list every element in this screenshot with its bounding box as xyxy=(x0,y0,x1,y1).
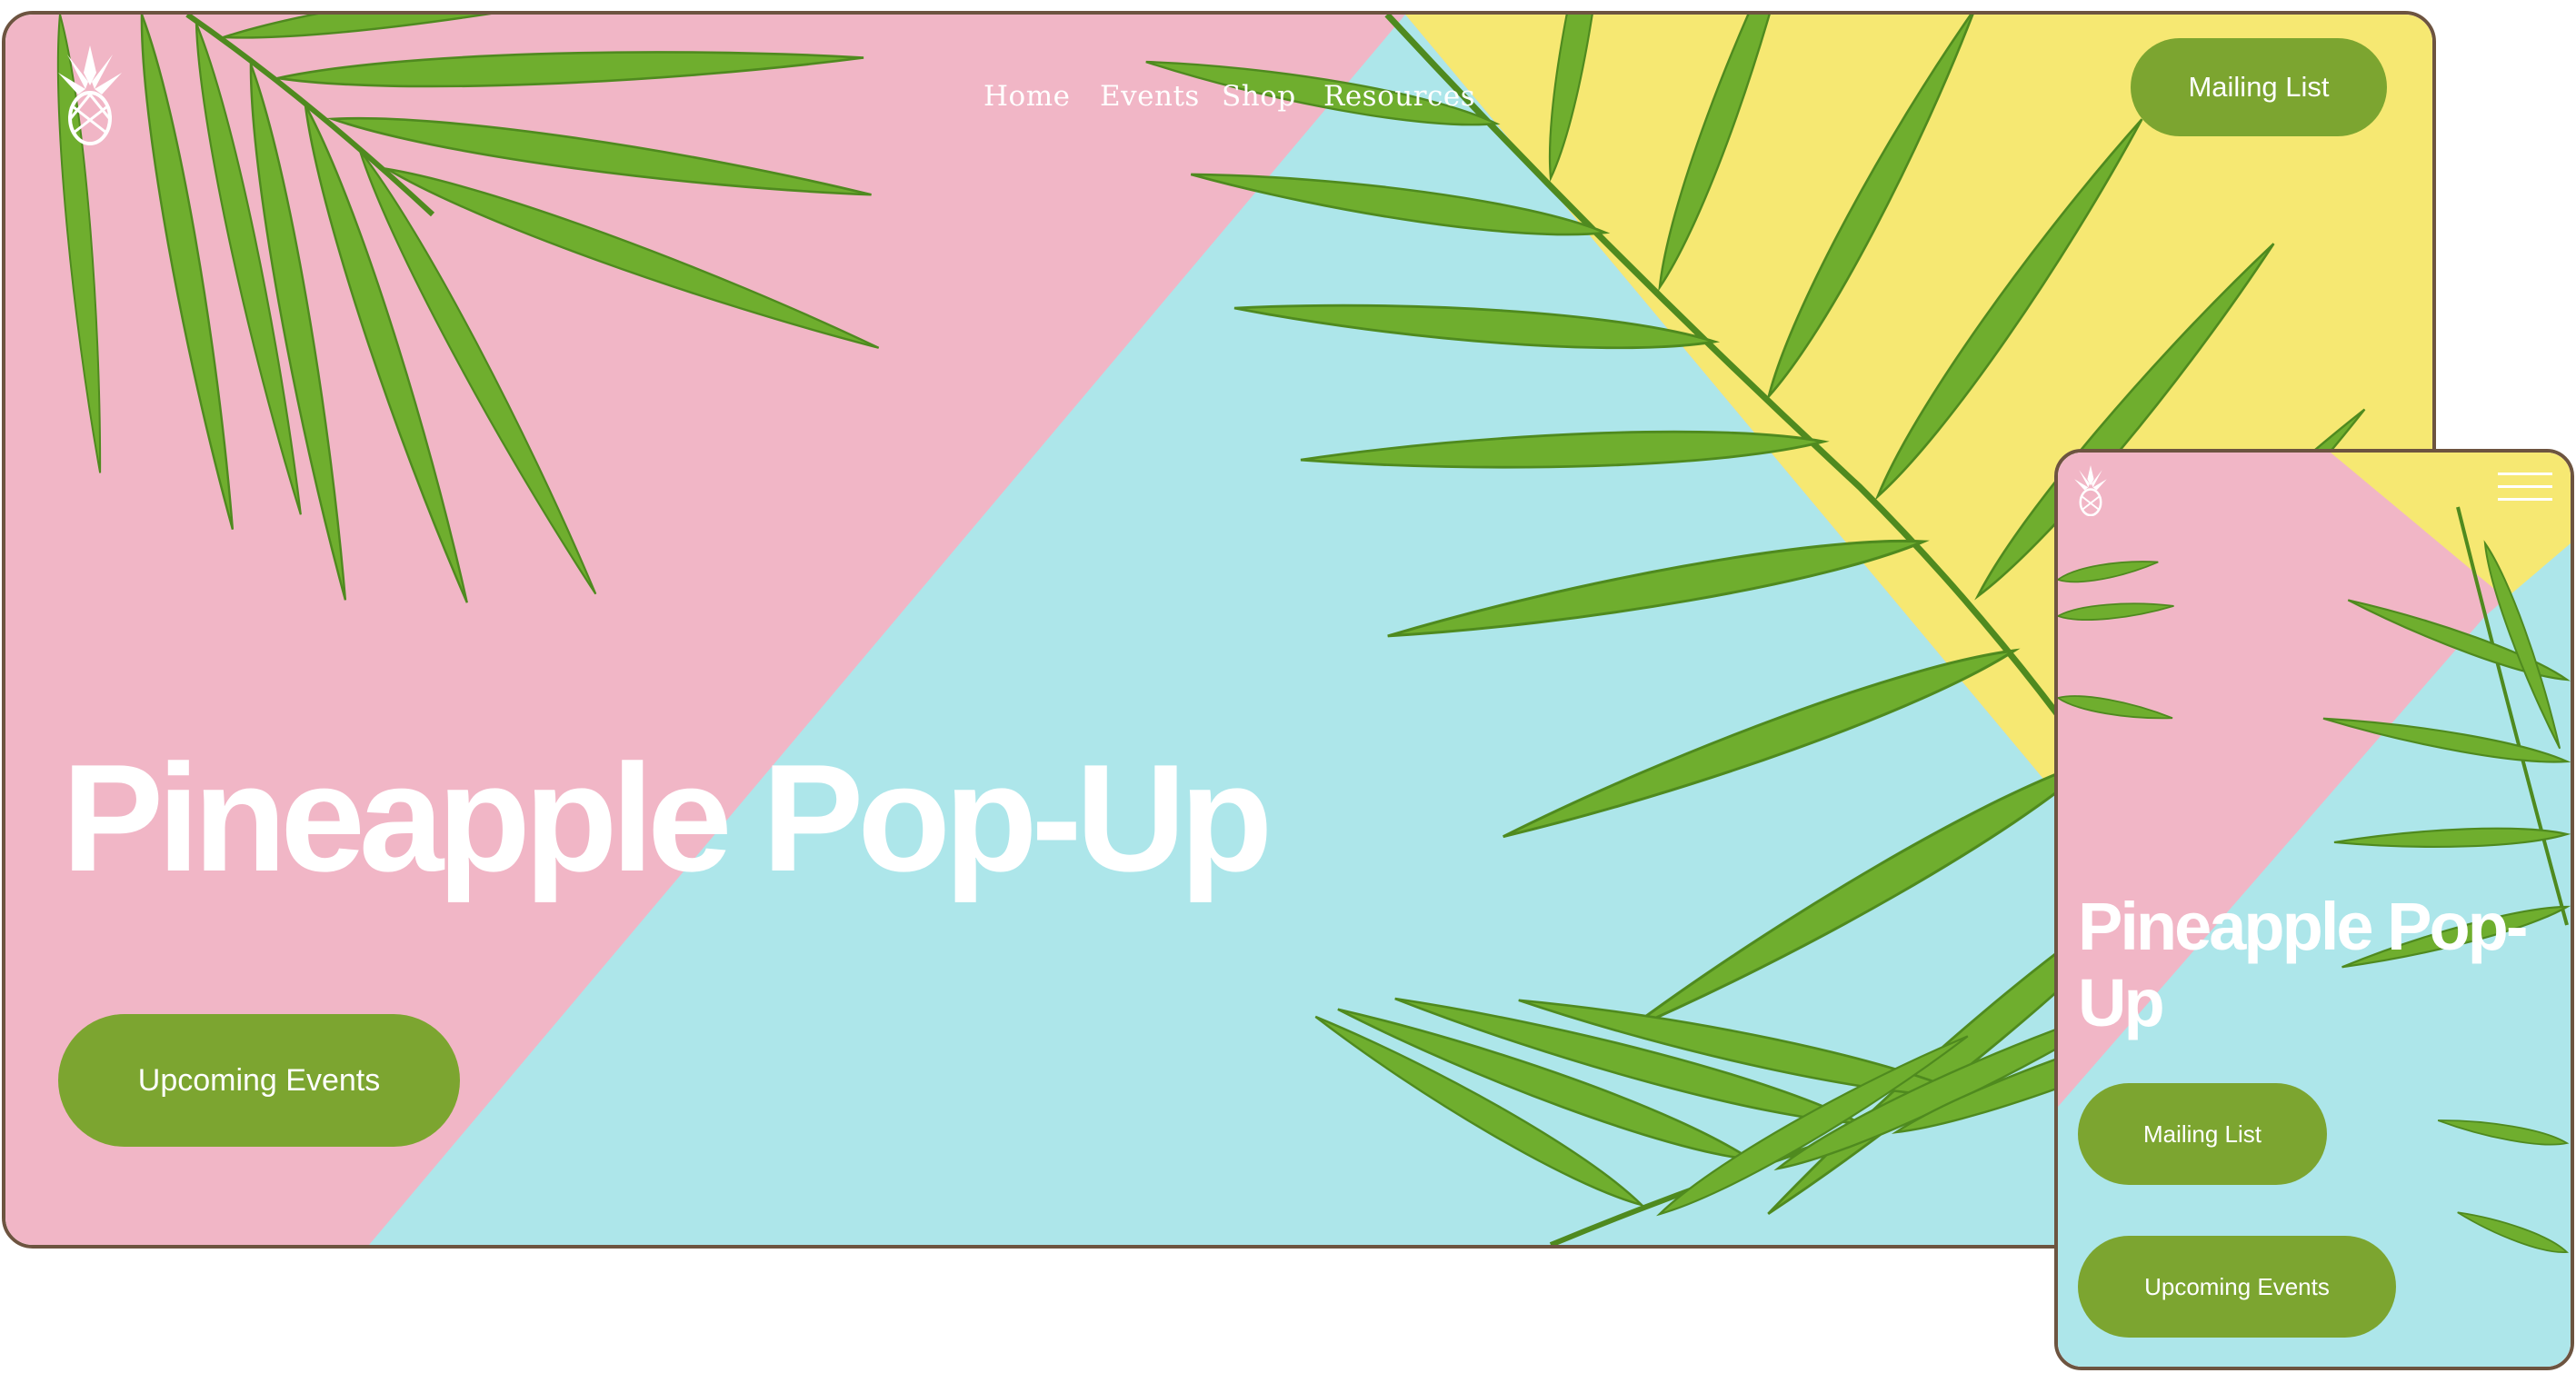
nav-events[interactable]: Events xyxy=(1100,80,1200,113)
mobile-hero-title: Pineapple Pop-Up xyxy=(2078,889,2529,1040)
mailing-list-button[interactable]: Mailing List xyxy=(2131,38,2387,136)
mobile-mailing-list-label: Mailing List xyxy=(2142,1119,2262,1148)
nav-resources[interactable]: Resources xyxy=(1323,80,1475,113)
upcoming-events-button[interactable]: Upcoming Events xyxy=(58,1014,460,1147)
mailing-list-label: Mailing List xyxy=(2188,71,2330,103)
hero-title: Pineapple Pop-Up xyxy=(62,732,1273,903)
mobile-upcoming-events-label: Upcoming Events xyxy=(2144,1272,2330,1300)
mobile-upcoming-events-button[interactable]: Upcoming Events xyxy=(2078,1236,2396,1338)
upcoming-events-label: Upcoming Events xyxy=(137,1062,381,1098)
nav-shop[interactable]: Shop xyxy=(1222,80,1296,113)
nav-home[interactable]: Home xyxy=(983,80,1070,113)
mobile-mailing-list-button[interactable]: Mailing List xyxy=(2078,1083,2327,1185)
hamburger-menu-icon[interactable] xyxy=(2498,469,2552,505)
mobile-site-preview: Pineapple Pop-Up Mailing List Upcoming E… xyxy=(2054,449,2574,1370)
pineapple-logo-icon[interactable] xyxy=(58,45,122,145)
mobile-pineapple-logo-icon[interactable] xyxy=(2074,465,2107,516)
